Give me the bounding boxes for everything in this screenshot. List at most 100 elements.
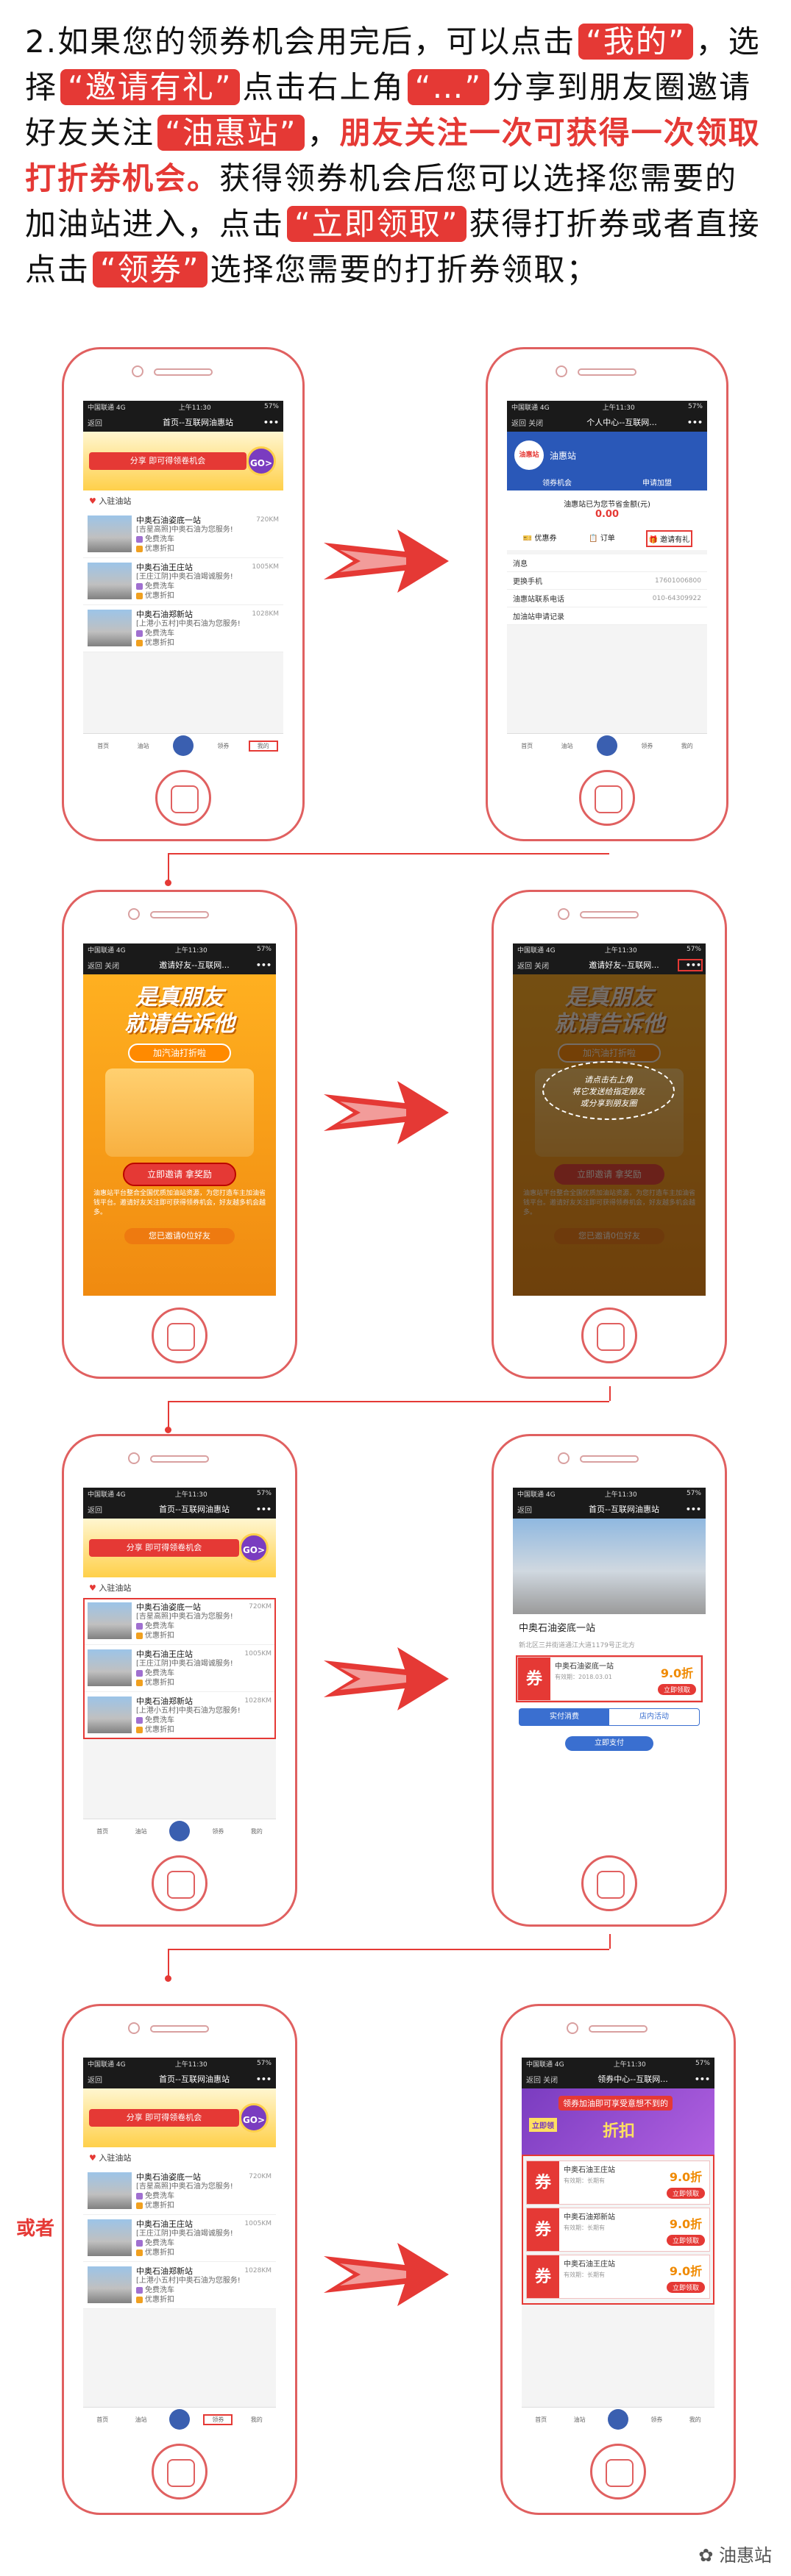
back-button[interactable]: 返回	[517, 1504, 569, 1515]
orders-action[interactable]: 📋 订单	[589, 532, 615, 546]
station-row[interactable]: 中奥石油姿底一站 720KM [吉星高照]中奥石油为您服务! 免费洗车 优惠折扣	[83, 511, 283, 558]
tab-pay[interactable]: 实付消费	[519, 1709, 609, 1725]
more-button[interactable]: •••	[679, 1505, 701, 1514]
station-row[interactable]: 中奥石油王庄站 1005KM [王庄江阴]中奥石油竭诚服务! 免费洗车 优惠折扣	[83, 2215, 276, 2262]
claim-now-button[interactable]: 立即领取	[666, 2282, 705, 2293]
share-tip: 请点击右上角 将它发送给指定朋友 或分享到朋友圈	[542, 1061, 675, 1120]
home-button	[152, 2444, 207, 2500]
tab-home[interactable]: 首页	[89, 1827, 116, 1835]
tab-coupons[interactable]: 领券	[643, 2416, 670, 2424]
station-row[interactable]: 中奥石油郑新站 1028KM [上港小五村]中奥石油为您服务! 免费洗车 优惠折扣	[83, 1692, 276, 1739]
connector-dot	[165, 1975, 171, 1982]
go-button[interactable]: GO>	[239, 1533, 269, 1563]
back-button[interactable]: 返回 关闭	[526, 2074, 578, 2085]
claim-now-button[interactable]: 立即领取	[666, 2235, 705, 2246]
menu-row[interactable]: 消息	[507, 554, 707, 572]
invite-now-button[interactable]: 立即邀请 拿奖励	[123, 1163, 236, 1186]
tab-mine[interactable]: 我的	[244, 2416, 270, 2424]
nav-title: 首页--互联网油惠站	[159, 1505, 230, 1514]
tab-mine[interactable]: 我的	[244, 1827, 270, 1835]
wash-icon	[136, 1669, 143, 1677]
coupons-action[interactable]: 🎫 优惠券	[523, 532, 557, 546]
phone-frame: 中国联通 4G 上午11:30 57% 返回 关闭 邀请好友--互联网... ••• 是…	[62, 890, 297, 1379]
tab-mine[interactable]: 我的	[682, 2416, 709, 2424]
station-row[interactable]: 中奥石油郑新站 1028KM [上港小五村]中奥石油为您服务! 免费洗车 优惠折扣	[83, 2262, 276, 2309]
back-button[interactable]: 返回	[88, 1504, 139, 1515]
more-button[interactable]: •••	[257, 418, 279, 427]
tab-chances[interactable]: 领券机会	[542, 477, 572, 488]
tab-stations[interactable]: 油站	[128, 2416, 155, 2424]
more-button[interactable]: •••	[249, 1505, 272, 1514]
discount-icon	[136, 1632, 143, 1639]
badge-wash: 免费洗车	[145, 582, 174, 591]
more-button[interactable]: •••	[681, 418, 703, 427]
tab-center[interactable]	[594, 735, 620, 757]
tab-stations[interactable]: 油站	[128, 1827, 155, 1835]
back-button[interactable]: 返回 关闭	[511, 417, 563, 428]
tab-mine[interactable]: 我的	[248, 741, 278, 752]
promo-banner[interactable]: 分享 即可得领卷机会 GO>	[83, 432, 283, 490]
station-row[interactable]: 中奥石油王庄站 1005KM [王庄江阴]中奥石油竭诚服务! 免费洗车 优惠折扣	[83, 1645, 276, 1692]
station-distance: 1005KM	[252, 563, 279, 571]
tab-home[interactable]: 首页	[514, 742, 540, 750]
quick-actions: 🎫 优惠券 📋 订单 🎁 邀请有礼	[507, 527, 707, 550]
more-button[interactable]: •••	[249, 960, 272, 970]
coupon-card[interactable]: 券中奥石油王庄站 有效期：长期有 9.0折 立即领取	[526, 2255, 710, 2299]
speaker-icon	[589, 2025, 648, 2033]
tab-mine[interactable]: 我的	[674, 742, 700, 750]
tab-coupons[interactable]: 领券	[634, 742, 660, 750]
promo-banner[interactable]: 分享 即可得领卷机会 GO>	[83, 1519, 276, 1577]
connector-line	[168, 1401, 169, 1430]
menu-row[interactable]: 加油站申请记录	[507, 607, 707, 625]
menu-row[interactable]: 油惠站联系电话 010-64309922	[507, 590, 707, 607]
back-button[interactable]: 返回 关闭	[517, 960, 569, 971]
tab-stations[interactable]: 油站	[130, 742, 157, 750]
badge-discount: 优惠折扣	[145, 2296, 174, 2304]
tab-coupons[interactable]: 领券	[210, 742, 236, 750]
claim-now-button[interactable]: 立即领取	[657, 1684, 696, 1695]
promo-banner[interactable]: 分享 即可得领卷机会 GO>	[83, 2088, 276, 2147]
tab-join[interactable]: 申请加盟	[642, 477, 672, 488]
more-button[interactable]: •••	[688, 2074, 710, 2084]
station-row[interactable]: 中奥石油王庄站 1005KM [王庄江阴]中奥石油竭诚服务! 免费洗车 优惠折扣	[83, 558, 283, 605]
badge-discount: 优惠折扣	[145, 2249, 174, 2257]
camera-icon	[128, 2022, 140, 2034]
invite-action[interactable]: 🎁 邀请有礼	[645, 530, 693, 547]
intro-text: 选择您需要的打折券领取；	[210, 251, 599, 288]
tab-center[interactable]	[605, 2408, 631, 2431]
coupon-card[interactable]: 券中奥石油姿底一站 有效期：2018.03.01 9.0折 立即领取	[516, 1655, 703, 1702]
tab-center[interactable]	[166, 1820, 193, 1843]
claim-now-button[interactable]: 立即领取	[666, 2188, 705, 2199]
station-row[interactable]: 中奥石油郑新站 1028KM [上港小五村]中奥石油为您服务! 免费洗车 优惠折扣	[83, 605, 283, 652]
coupon-card[interactable]: 券中奥石油郑新站 有效期：长期有 9.0折 立即领取	[526, 2208, 710, 2252]
back-button[interactable]: 返回	[88, 2074, 139, 2085]
back-button[interactable]: 返回	[88, 417, 139, 428]
station-row[interactable]: 中奥石油姿底一站 720KM [吉星高照]中奥石油为您服务! 免费洗车 优惠折扣	[83, 2168, 276, 2215]
tab-stations[interactable]: 油站	[567, 2416, 593, 2424]
connector-line	[609, 1934, 611, 1949]
tab-home[interactable]: 首页	[528, 2416, 554, 2424]
back-button[interactable]: 返回 关闭	[88, 960, 139, 971]
tab-home[interactable]: 首页	[89, 2416, 116, 2424]
go-button[interactable]: GO>	[239, 2103, 269, 2133]
share-overlay[interactable]	[513, 974, 706, 1296]
tab-center[interactable]	[170, 735, 196, 757]
coupon-card[interactable]: 券中奥石油王庄站 有效期：长期有 9.0折 立即领取	[526, 2161, 710, 2205]
coupon-center-screen: 中国联通 4G 上午11:30 57% 返回 关闭 领券中心--互联网... ••• 领…	[522, 2058, 714, 2432]
coupon-icon: 券	[527, 2161, 559, 2204]
tab-coupons[interactable]: 领券	[203, 2414, 233, 2425]
tab-activity[interactable]: 店内活动	[609, 1709, 699, 1725]
tab-center[interactable]	[166, 2408, 193, 2431]
arrow-right-icon	[324, 1647, 449, 1710]
pay-now-button[interactable]: 立即支付	[565, 1736, 653, 1751]
home-button	[152, 1855, 207, 1911]
more-button[interactable]: •••	[678, 958, 703, 971]
tab-coupons[interactable]: 领券	[205, 1827, 231, 1835]
station-row[interactable]: 中奥石油姿底一站 720KM [吉星高照]中奥石油为您服务! 免费洗车 优惠折扣	[83, 1598, 276, 1645]
go-button[interactable]: GO>	[246, 446, 276, 476]
more-button[interactable]: •••	[249, 2074, 272, 2084]
menu-row[interactable]: 更换手机 17601006800	[507, 572, 707, 590]
tab-home[interactable]: 首页	[90, 742, 116, 750]
tab-stations[interactable]: 油站	[554, 742, 581, 750]
station-detail-screen: 中国联通 4G 上午11:30 57% 返回 首页--互联网油惠站 ••• 中奥石油姿底…	[513, 1488, 706, 1844]
